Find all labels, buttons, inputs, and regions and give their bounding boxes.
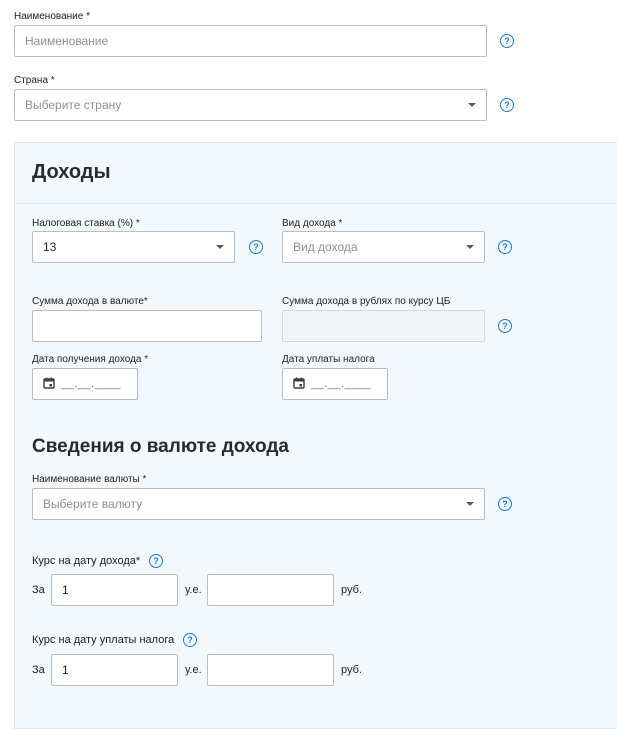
- name-input[interactable]: Наименование: [14, 25, 487, 57]
- help-icon[interactable]: ?: [500, 98, 514, 112]
- rate-tax-units-input[interactable]: 1: [51, 654, 178, 686]
- help-icon[interactable]: ?: [149, 554, 163, 568]
- rate-income-units-value: 1: [62, 583, 69, 597]
- units-label: у.е.: [185, 664, 202, 676]
- help-icon[interactable]: ?: [498, 497, 512, 511]
- date-mask: __.__.____: [61, 378, 122, 390]
- tax-date-input[interactable]: __.__.____: [282, 368, 388, 400]
- amount-currency-label: Сумма дохода в валюте*: [32, 296, 148, 307]
- rub-label: руб.: [341, 584, 362, 596]
- rate-tax-label: Курс на дату уплаты налога: [32, 634, 175, 646]
- chevron-down-icon: [466, 502, 474, 506]
- currency-placeholder: Выберите валюту: [43, 497, 143, 511]
- rate-tax-units-value: 1: [62, 663, 69, 677]
- section-divider: [15, 203, 617, 204]
- amount-rub-label: Сумма дохода в рублях по курсу ЦБ: [282, 296, 451, 307]
- help-icon[interactable]: ?: [500, 34, 514, 48]
- tax-rate-value: 13: [43, 240, 57, 254]
- chevron-down-icon: [468, 103, 476, 107]
- country-placeholder: Выберите страну: [25, 98, 122, 112]
- country-label: Страна *: [14, 75, 55, 86]
- help-icon[interactable]: ?: [498, 319, 512, 333]
- help-icon[interactable]: ?: [498, 240, 512, 254]
- tax-rate-label: Налоговая ставка (%) *: [32, 218, 140, 229]
- help-icon[interactable]: ?: [249, 240, 263, 254]
- chevron-down-icon: [466, 245, 474, 249]
- currency-name-label: Наименование валюты *: [32, 474, 147, 485]
- income-section-title: Доходы: [32, 161, 111, 183]
- amount-rub-input: [282, 310, 485, 342]
- name-label: Наименование *: [14, 11, 90, 22]
- for-label: За: [32, 584, 45, 596]
- currency-section-title: Сведения о валюте дохода: [32, 436, 289, 457]
- amount-currency-input[interactable]: [32, 310, 262, 342]
- currency-select[interactable]: Выберите валюту: [32, 488, 485, 520]
- tax-date-label: Дата уплаты налога: [282, 354, 375, 365]
- income-type-placeholder: Вид дохода: [293, 240, 358, 254]
- date-mask: __.__.____: [311, 378, 372, 390]
- help-icon[interactable]: ?: [183, 633, 197, 647]
- name-placeholder: Наименование: [25, 34, 109, 48]
- income-date-label: Дата получения дохода *: [32, 354, 149, 365]
- calendar-icon[interactable]: [43, 377, 55, 389]
- rate-income-rub-input[interactable]: [207, 574, 334, 606]
- income-type-label: Вид дохода *: [282, 218, 343, 229]
- calendar-icon[interactable]: [293, 377, 305, 389]
- tax-rate-select[interactable]: 13: [32, 231, 235, 263]
- income-date-input[interactable]: __.__.____: [32, 368, 138, 400]
- country-select[interactable]: Выберите страну: [14, 89, 487, 121]
- rate-income-units-input[interactable]: 1: [51, 574, 178, 606]
- for-label: За: [32, 664, 45, 676]
- chevron-down-icon: [216, 245, 224, 249]
- rate-income-label: Курс на дату дохода*: [32, 555, 141, 567]
- rate-tax-rub-input[interactable]: [207, 654, 334, 686]
- units-label: у.е.: [185, 584, 202, 596]
- income-type-select[interactable]: Вид дохода: [282, 231, 485, 263]
- rub-label: руб.: [341, 664, 362, 676]
